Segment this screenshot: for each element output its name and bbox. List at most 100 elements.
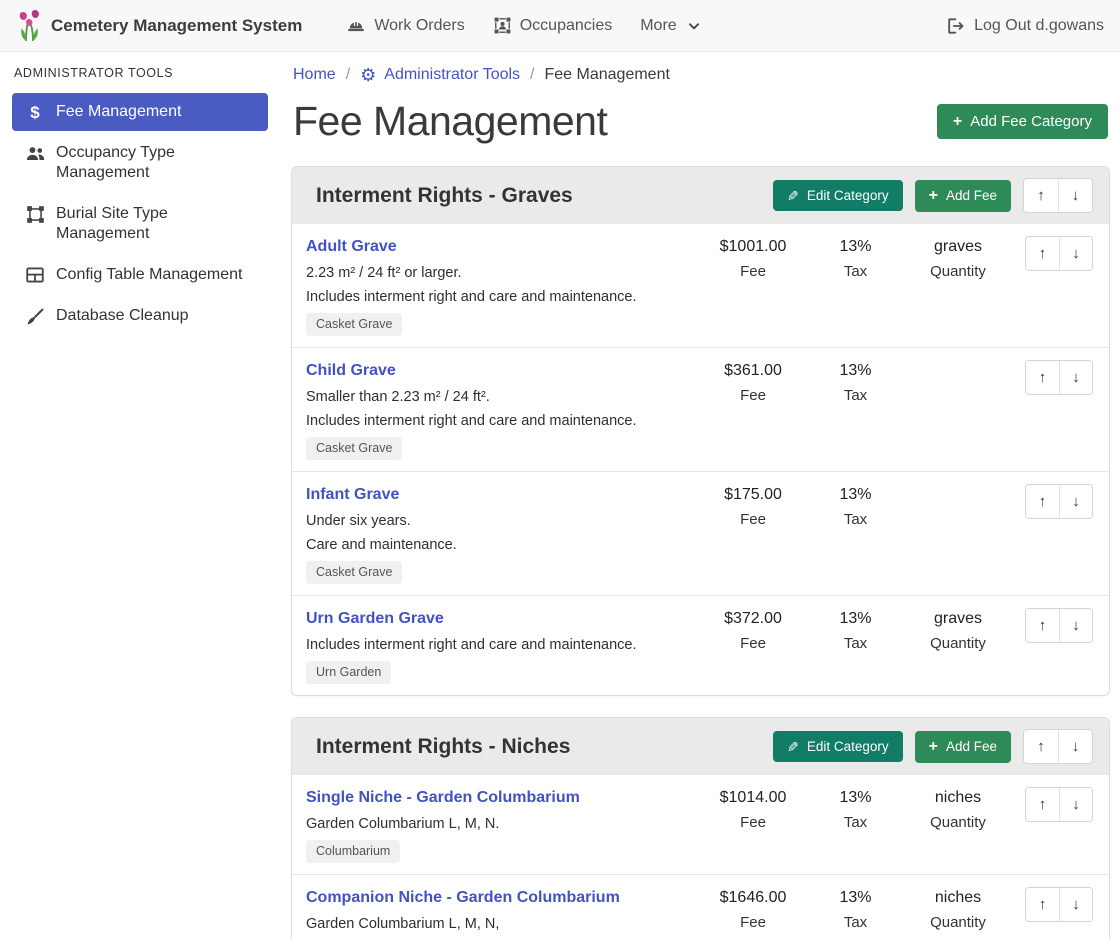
category-title: Interment Rights - Niches [316, 735, 761, 759]
fee-name-link[interactable]: Infant Grave [306, 484, 399, 505]
arrow-down-icon: ↓ [1072, 617, 1080, 634]
move-category-up-button[interactable]: ↑ [1024, 730, 1058, 763]
move-fee-up-button[interactable]: ↑ [1026, 485, 1059, 518]
sidebar-item-label: Database Cleanup [56, 306, 189, 326]
category-header: Interment Rights - Niches ✎ Edit Categor… [292, 718, 1109, 775]
quantity-column: niches Quantity [903, 787, 1013, 863]
fee-column: $372.00 Fee [698, 608, 808, 684]
quantity-column: graves Quantity [903, 236, 1013, 336]
add-fee-category-button[interactable]: + Add Fee Category [937, 104, 1108, 139]
nav-more[interactable]: More [626, 17, 714, 35]
fee-name-link[interactable]: Urn Garden Grave [306, 608, 444, 629]
arrow-down-icon: ↓ [1072, 738, 1080, 755]
move-fee-down-button[interactable]: ↓ [1059, 237, 1092, 270]
fee-reorder-group: ↑ ↓ [1025, 887, 1093, 922]
tax-column: 13% Tax [808, 360, 903, 460]
sidebar-item-label: Fee Management [56, 102, 181, 122]
breadcrumb-admin-tools-label: Administrator Tools [384, 66, 520, 84]
nav-occupancies[interactable]: Occupancies [479, 16, 627, 35]
plus-icon: + [929, 739, 938, 755]
add-fee-button[interactable]: + Add Fee [915, 731, 1011, 763]
chevron-down-icon [687, 19, 701, 33]
fee-name-link[interactable]: Adult Grave [306, 236, 397, 257]
breadcrumb-separator: / [530, 66, 534, 84]
move-fee-down-button[interactable]: ↓ [1059, 361, 1092, 394]
tax-column: 13% Tax [808, 484, 903, 584]
hard-hat-icon [346, 16, 366, 36]
fee-name-link[interactable]: Single Niche - Garden Columbarium [306, 787, 580, 808]
move-fee-up-button[interactable]: ↑ [1026, 788, 1059, 821]
fee-reorder: ↑ ↓ [1025, 236, 1093, 336]
fee-type-badge: Casket Grave [306, 561, 402, 584]
tax-label: Tax [808, 512, 903, 528]
add-fee-button[interactable]: + Add Fee [915, 180, 1011, 212]
app-brand[interactable]: Cemetery Management System [16, 9, 302, 43]
sidebar-item-burial-site-type-management[interactable]: Burial Site Type Management [12, 195, 268, 253]
fee-description: Includes interment right and care and ma… [306, 289, 688, 305]
fee-info: Infant Grave Under six years. Care and m… [306, 484, 698, 584]
edit-category-button[interactable]: ✎ Edit Category [773, 180, 903, 211]
edit-category-button[interactable]: ✎ Edit Category [773, 731, 903, 762]
sidebar-item-config-table-management[interactable]: Config Table Management [12, 256, 268, 294]
fee-description: Under six years. [306, 513, 688, 529]
fee-label: Fee [698, 512, 808, 528]
move-category-down-button[interactable]: ↓ [1058, 730, 1092, 763]
move-category-down-button[interactable]: ↓ [1058, 179, 1092, 212]
fee-row: Child Grave Smaller than 2.23 m² / 24 ft… [292, 347, 1109, 471]
top-navbar: Cemetery Management System Work Orders [0, 0, 1120, 52]
breadcrumb-home[interactable]: Home [293, 66, 336, 84]
move-fee-down-button[interactable]: ↓ [1059, 788, 1092, 821]
pencil-icon: ✎ [787, 740, 799, 754]
move-fee-down-button[interactable]: ↓ [1059, 485, 1092, 518]
arrow-up-icon: ↑ [1037, 187, 1045, 204]
fee-row: Urn Garden Grave Includes interment righ… [292, 595, 1109, 695]
logout-button[interactable]: Log Out d.gowans [945, 16, 1104, 36]
fee-description: Garden Columbarium L, M, N, [306, 916, 688, 932]
move-fee-up-button[interactable]: ↑ [1026, 237, 1059, 270]
fee-type-badge: Columbarium [306, 840, 400, 863]
move-fee-down-button[interactable]: ↓ [1059, 888, 1092, 921]
fee-reorder-group: ↑ ↓ [1025, 236, 1093, 271]
arrow-up-icon: ↑ [1039, 617, 1047, 634]
sidebar-item-database-cleanup[interactable]: Database Cleanup [12, 297, 268, 336]
move-fee-down-button[interactable]: ↓ [1059, 609, 1092, 642]
tax-label: Tax [808, 636, 903, 652]
breadcrumb-separator: / [346, 66, 350, 84]
fee-label: Fee [698, 264, 808, 280]
fee-column: $1001.00 Fee [698, 236, 808, 336]
dollar-icon: $ [24, 103, 46, 122]
move-fee-up-button[interactable]: ↑ [1026, 609, 1059, 642]
main-content: Home / ⚙ Administrator Tools / Fee Manag… [280, 52, 1120, 939]
move-category-up-button[interactable]: ↑ [1024, 179, 1058, 212]
frame-icon [24, 205, 46, 224]
arrow-up-icon: ↑ [1039, 796, 1047, 813]
breadcrumb-admin-tools[interactable]: ⚙ Administrator Tools [360, 66, 520, 84]
move-fee-up-button[interactable]: ↑ [1026, 361, 1059, 394]
nav-more-label: More [640, 17, 676, 35]
fee-amount: $1001.00 [698, 236, 808, 257]
move-fee-up-button[interactable]: ↑ [1026, 888, 1059, 921]
fee-info: Adult Grave 2.23 m² / 24 ft² or larger. … [306, 236, 698, 336]
tax-percent: 13% [808, 236, 903, 257]
logout-icon [945, 16, 965, 36]
nav-occupancies-label: Occupancies [520, 17, 613, 35]
fee-name-link[interactable]: Child Grave [306, 360, 396, 381]
nav-work-orders[interactable]: Work Orders [332, 16, 478, 36]
arrow-down-icon: ↓ [1072, 245, 1080, 262]
sidebar-item-fee-management[interactable]: $ Fee Management [12, 93, 268, 131]
sidebar-item-occupancy-type-management[interactable]: Occupancy Type Management [12, 134, 268, 192]
plus-icon: + [929, 188, 938, 204]
people-icon [24, 144, 46, 163]
arrow-down-icon: ↓ [1072, 796, 1080, 813]
fee-label: Fee [698, 388, 808, 404]
fee-description: 2.23 m² / 24 ft² or larger. [306, 265, 688, 281]
tax-label: Tax [808, 388, 903, 404]
arrow-up-icon: ↑ [1039, 245, 1047, 262]
tax-column: 13% Tax [808, 236, 903, 336]
card-body: Adult Grave 2.23 m² / 24 ft² or larger. … [292, 224, 1109, 695]
quantity-unit: graves [903, 608, 1013, 629]
tax-label: Tax [808, 915, 903, 931]
category-reorder-group: ↑ ↓ [1023, 178, 1093, 213]
fee-name-link[interactable]: Companion Niche - Garden Columbarium [306, 887, 620, 908]
sidebar-item-label: Occupancy Type Management [56, 143, 256, 183]
